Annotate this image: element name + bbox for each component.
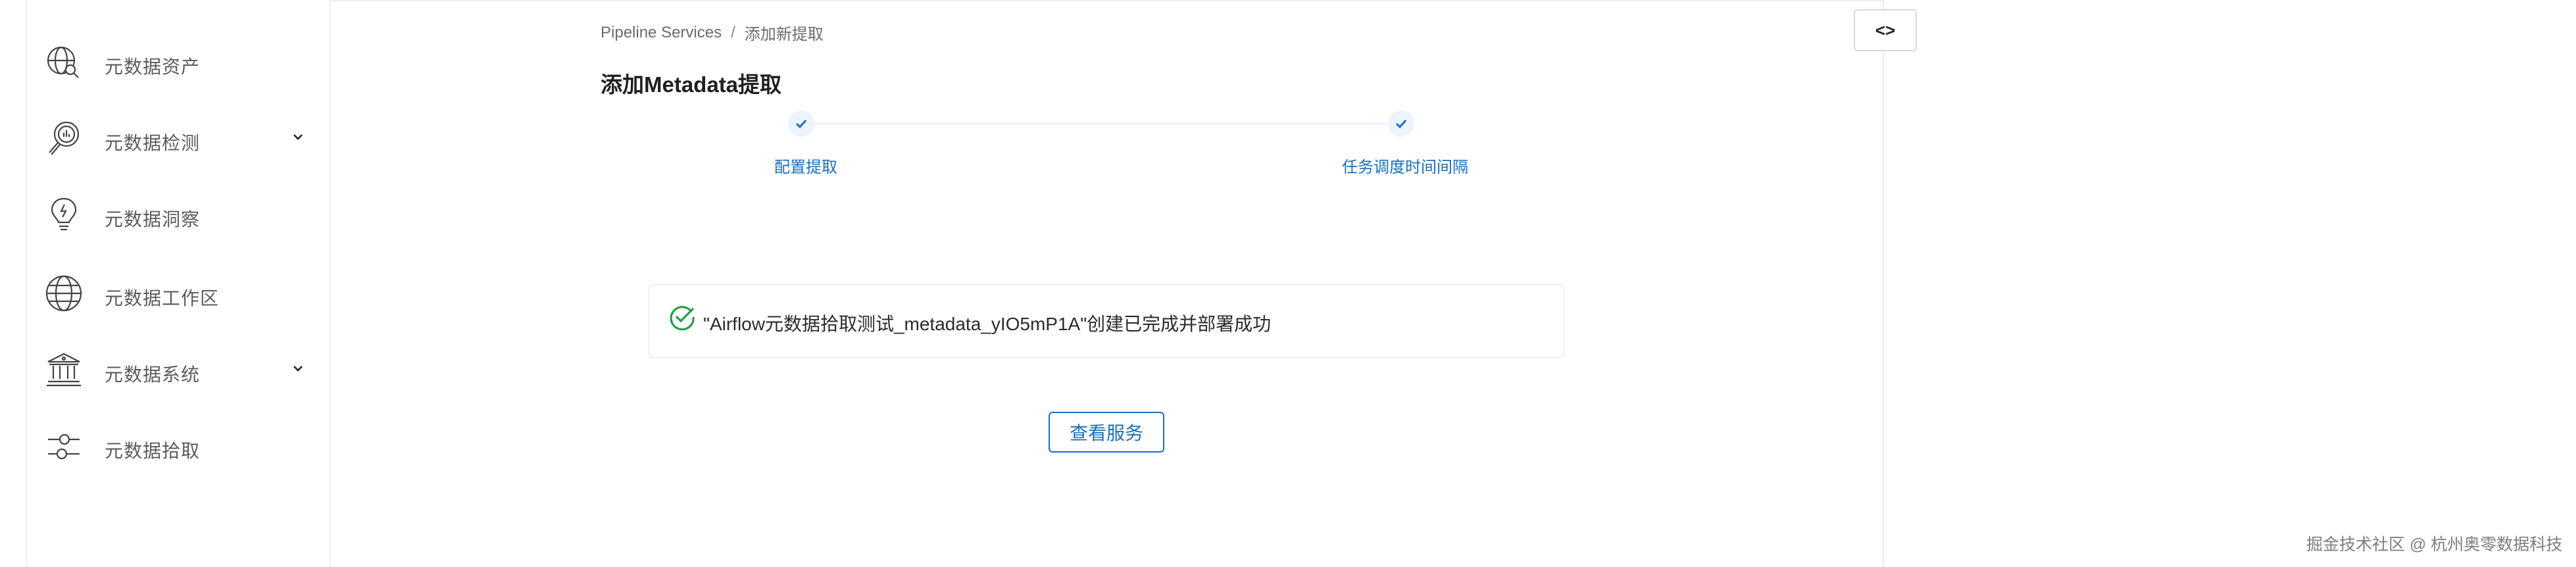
step-2-check-icon bbox=[1388, 111, 1414, 137]
sidebar-item-insights[interactable]: 元数据洞察 bbox=[27, 187, 330, 239]
success-message-text: "Airflow元数据拾取测试_metadata_yIO5mP1A"创建已完成并… bbox=[703, 314, 1272, 334]
sidebar-item-quality[interactable]: 元数据检测 bbox=[27, 111, 330, 163]
success-message-box: "Airflow元数据拾取测试_metadata_yIO5mP1A"创建已完成并… bbox=[649, 284, 1564, 358]
sidebar-item-label: 元数据系统 bbox=[105, 364, 201, 385]
view-service-button[interactable]: 查看服务 bbox=[1049, 412, 1164, 453]
check-circle-icon bbox=[668, 303, 697, 332]
chevron-down-icon[interactable] bbox=[289, 359, 307, 378]
sidebar-item-label: 元数据洞察 bbox=[105, 209, 201, 230]
lightbulb-icon bbox=[43, 193, 85, 235]
code-toggle-button[interactable]: <> bbox=[1854, 9, 1917, 51]
sidebar-item-label: 元数据资产 bbox=[105, 57, 201, 77]
sidebar-item-label: 元数据检测 bbox=[105, 133, 201, 153]
sidebar-item-ingestion[interactable]: 元数据拾取 bbox=[27, 418, 330, 471]
sidebar-item-workspace[interactable]: 元数据工作区 bbox=[27, 266, 330, 318]
sidebar-item-assets[interactable]: 元数据资产 bbox=[27, 34, 330, 87]
breadcrumb-current: 添加新提取 bbox=[744, 26, 824, 43]
globe-icon bbox=[43, 272, 85, 314]
globe-search-icon bbox=[43, 41, 85, 83]
right-panel-divider bbox=[1883, 0, 1884, 567]
top-border bbox=[329, 0, 1884, 1]
bank-building-icon bbox=[43, 349, 85, 391]
sidebar-item-label: 元数据工作区 bbox=[105, 288, 220, 308]
sidebar-item-label: 元数据拾取 bbox=[105, 441, 201, 461]
sidebar-item-system[interactable]: 元数据系统 bbox=[27, 342, 330, 395]
page-title: 添加Metadata提取 bbox=[601, 72, 782, 97]
magnifier-chart-icon bbox=[43, 117, 85, 159]
step-2-label: 任务调度时间间隔 bbox=[1342, 159, 1468, 176]
breadcrumb: Pipeline Services / 添加新提取 bbox=[601, 21, 824, 44]
chevron-down-icon[interactable] bbox=[289, 128, 307, 146]
stepper-track bbox=[801, 122, 1401, 125]
sliders-icon bbox=[43, 425, 85, 467]
breadcrumb-root-link[interactable]: Pipeline Services bbox=[601, 24, 722, 42]
watermark-text: 掘金技术社区 @ 杭州奥零数据科技 bbox=[2306, 535, 2563, 554]
breadcrumb-separator: / bbox=[731, 23, 735, 41]
step-1-label: 配置提取 bbox=[774, 159, 837, 176]
step-1-check-icon bbox=[788, 111, 814, 137]
sidebar: 元数据资产 元数据检测 元数据洞察 元数据工作区 元数据系统 元数据拾取 bbox=[26, 0, 330, 567]
